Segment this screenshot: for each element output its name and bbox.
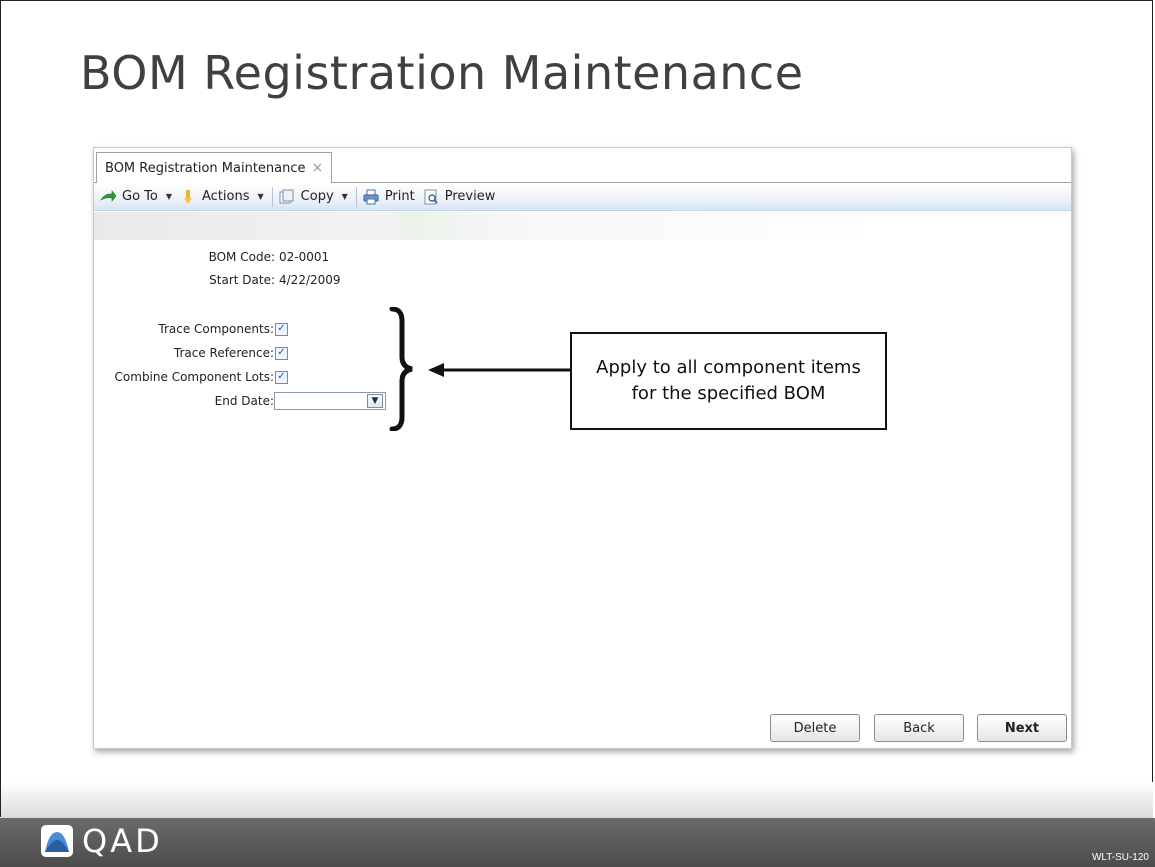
bom-code-label: BOM Code: [208, 250, 275, 264]
toolbar-separator [355, 186, 357, 207]
tab-strip: BOM Registration Maintenance × [94, 148, 1071, 183]
curly-brace-annotation [389, 307, 413, 431]
combine-component-lots-row: Combine Component Lots: ✓ [94, 370, 288, 384]
start-date-value: 4/22/2009 [279, 273, 341, 287]
qad-logo: QAD [40, 822, 163, 860]
end-date-row: End Date: ▼ [94, 392, 386, 410]
qad-logo-icon [41, 825, 73, 857]
copy-label: Copy [300, 189, 334, 204]
printer-icon [363, 189, 379, 204]
trace-reference-row: Trace Reference: ✓ [94, 346, 288, 360]
delete-button[interactable]: Delete [770, 714, 860, 742]
start-date-label: Start Date: [209, 273, 275, 287]
actions-button[interactable]: Actions ▼ [180, 189, 264, 205]
print-button[interactable]: Print [363, 189, 415, 205]
goto-arrow-icon [100, 189, 116, 202]
callout-text: Apply to all component items for the spe… [596, 357, 861, 404]
preview-button[interactable]: Preview [423, 189, 496, 205]
qad-logo-text: QAD [82, 822, 163, 860]
end-date-select[interactable]: ▼ [274, 392, 386, 410]
preview-icon [424, 189, 438, 204]
end-date-label: End Date: [214, 394, 274, 408]
footer-bar [0, 818, 1155, 867]
actions-flag-icon [184, 189, 193, 204]
trace-components-label: Trace Components: [158, 322, 274, 336]
tab-label: BOM Registration Maintenance [105, 160, 306, 176]
toolbar-separator [271, 186, 273, 207]
slide-code: WLT-SU-120 [1091, 852, 1149, 863]
trace-components-row: Trace Components: ✓ [94, 322, 288, 336]
tab-bom-registration[interactable]: BOM Registration Maintenance × [96, 152, 333, 183]
header-ribbon [94, 212, 1071, 240]
chevron-down-icon[interactable]: ▼ [166, 192, 172, 201]
print-label: Print [384, 189, 415, 204]
back-button[interactable]: Back [874, 714, 964, 742]
combine-component-lots-checkbox[interactable]: ✓ [275, 370, 288, 384]
bom-code-row: BOM Code: 02-0001 [94, 250, 330, 264]
preview-label: Preview [444, 189, 496, 204]
arrow-left-icon [428, 363, 572, 377]
trace-reference-checkbox[interactable]: ✓ [275, 346, 288, 360]
goto-label: Go To [122, 189, 158, 204]
next-button[interactable]: Next [977, 714, 1067, 742]
toolbar: Go To ▼ Actions ▼ Copy ▼ Print Preview [94, 183, 1071, 211]
actions-label: Actions [202, 189, 250, 204]
chevron-down-icon[interactable]: ▼ [367, 394, 383, 408]
trace-reference-label: Trace Reference: [173, 346, 274, 360]
start-date-row: Start Date: 4/22/2009 [94, 273, 341, 287]
callout-box: Apply to all component items for the spe… [570, 332, 887, 430]
bom-code-value: 02-0001 [279, 250, 330, 264]
copy-icon [279, 189, 294, 203]
goto-button[interactable]: Go To ▼ [100, 189, 172, 205]
combine-component-lots-label: Combine Component Lots: [114, 370, 274, 384]
close-icon[interactable]: × [312, 160, 324, 176]
copy-button[interactable]: Copy ▼ [279, 189, 348, 205]
trace-components-checkbox[interactable]: ✓ [275, 322, 288, 336]
slide-title: BOM Registration Maintenance [80, 46, 804, 100]
chevron-down-icon[interactable]: ▼ [258, 192, 264, 201]
chevron-down-icon[interactable]: ▼ [342, 192, 348, 201]
app-window: BOM Registration Maintenance × Go To ▼ A… [93, 147, 1072, 749]
form-area: BOM Code: 02-0001 Start Date: 4/22/2009 … [94, 240, 1071, 710]
footer-fade [1, 782, 1153, 818]
